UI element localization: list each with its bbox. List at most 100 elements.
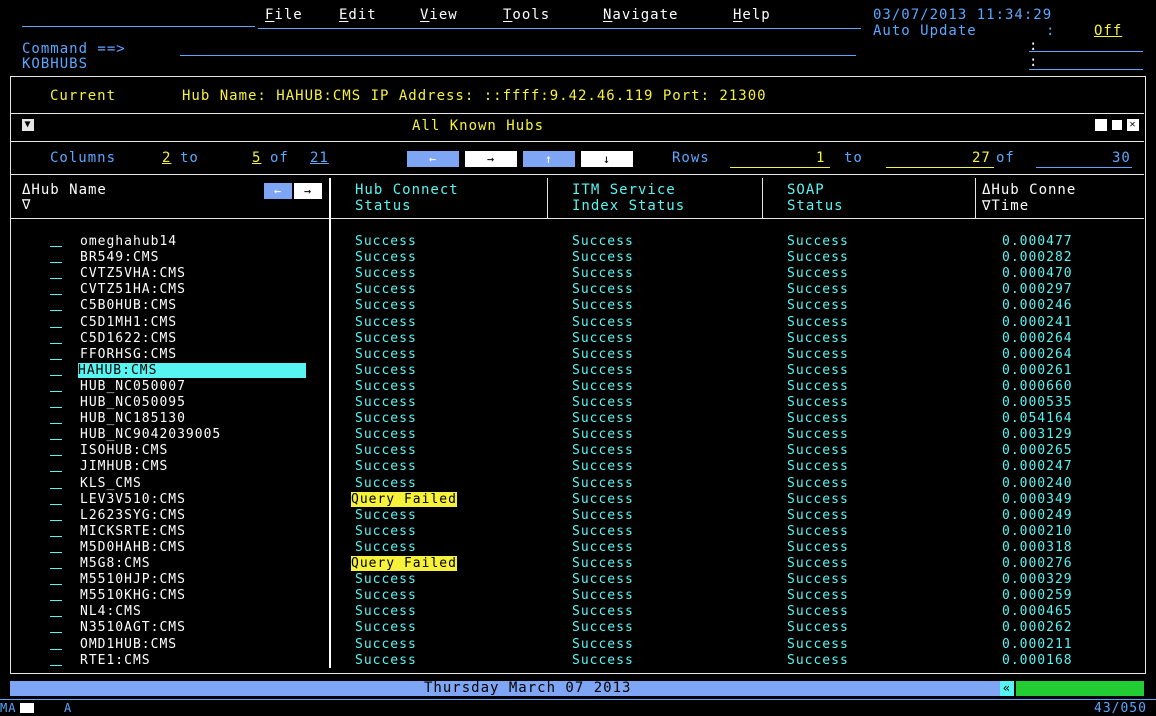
row-action-field[interactable]: [50, 359, 62, 360]
scroll-right-button[interactable]: →: [465, 151, 517, 167]
maximize-icon[interactable]: [1111, 119, 1123, 131]
itm-index-status: Success: [572, 411, 634, 426]
hub-name[interactable]: BR549:CMS: [80, 250, 159, 265]
hub-name[interactable]: C5D1MH1:CMS: [80, 315, 177, 330]
hub-name[interactable]: CVTZ5VHA:CMS: [80, 266, 186, 281]
row-action-field[interactable]: [50, 423, 62, 424]
hub-connect-status: Success: [355, 637, 417, 652]
hub-name[interactable]: omeghahub14: [80, 234, 177, 249]
row-action-field[interactable]: [50, 471, 62, 472]
row-action-field[interactable]: [50, 327, 62, 328]
hub-name[interactable]: NL4:CMS: [80, 604, 142, 619]
row-action-field[interactable]: [50, 504, 62, 505]
hub-name[interactable]: OMD1HUB:CMS: [80, 637, 177, 652]
hub-name[interactable]: JIMHUB:CMS: [80, 459, 168, 474]
hub-name[interactable]: M5510HJP:CMS: [80, 572, 186, 587]
hub-connect-status: Success: [355, 540, 417, 555]
row-action-field[interactable]: [50, 600, 62, 601]
row-action-field[interactable]: [50, 407, 62, 408]
hub-name[interactable]: C5D1622:CMS: [80, 331, 177, 346]
col-to[interactable]: 5: [252, 150, 261, 166]
row-action-field[interactable]: [50, 375, 62, 376]
scroll-indicator[interactable]: «: [1000, 681, 1014, 696]
row-action-field[interactable]: [50, 488, 62, 489]
field-underline[interactable]: [1029, 69, 1143, 70]
hub-connect-status: Query Failed: [351, 492, 457, 507]
col-to-label: to: [180, 150, 199, 166]
row-action-field[interactable]: [50, 343, 62, 344]
header-hub-connect[interactable]: Hub Connect: [355, 182, 459, 198]
hub-name[interactable]: N3510AGT:CMS: [80, 620, 186, 635]
row-action-field[interactable]: [50, 246, 62, 247]
field-underline[interactable]: [1029, 51, 1143, 52]
hubname-left-button[interactable]: ←: [264, 183, 292, 199]
hub-connect-time: 0.000465: [1002, 604, 1073, 619]
soap-status: Success: [787, 282, 849, 297]
menu-navigate[interactable]: Navigate: [603, 7, 678, 23]
row-action-field[interactable]: [50, 536, 62, 537]
row-action-field[interactable]: [50, 552, 62, 553]
row-action-field[interactable]: [50, 294, 62, 295]
scroll-left-button[interactable]: ←: [407, 151, 459, 167]
window-menu-icon[interactable]: ▼: [22, 119, 34, 131]
scroll-down-button[interactable]: ↓: [581, 151, 633, 167]
row-action-field[interactable]: [50, 568, 62, 569]
hub-name[interactable]: MICKSRTE:CMS: [80, 524, 186, 539]
header-time[interactable]: ΔHub Conne: [982, 182, 1076, 198]
divider: [10, 141, 1144, 142]
hub-name[interactable]: HUB_NC050095: [80, 395, 186, 410]
hub-name[interactable]: M5510KHG:CMS: [80, 588, 186, 603]
hub-name[interactable]: CVTZ51HA:CMS: [80, 282, 186, 297]
row-action-field[interactable]: [50, 584, 62, 585]
hub-name[interactable]: C5B0HUB:CMS: [80, 298, 177, 313]
row-action-field[interactable]: [50, 262, 62, 263]
scroll-up-button[interactable]: ↑: [523, 151, 575, 167]
progress-bar: [1016, 681, 1144, 696]
hub-connect-time: 0.000168: [1002, 653, 1073, 668]
menu-mnemonic: V: [420, 8, 429, 24]
soap-status: Success: [787, 524, 849, 539]
hub-connect-time: 0.000297: [1002, 282, 1073, 297]
oia-block: [20, 703, 34, 713]
minimize-icon[interactable]: [1095, 119, 1107, 131]
header-hub-name[interactable]: ΔHub Name: [22, 182, 107, 198]
row-action-field[interactable]: [50, 665, 62, 666]
hub-name[interactable]: KLS_CMS: [80, 476, 142, 491]
hub-name[interactable]: L2623SYG:CMS: [80, 508, 186, 523]
row-action-field[interactable]: [50, 520, 62, 521]
hub-name[interactable]: HUB_NC9042039005: [80, 427, 221, 442]
hub-name[interactable]: HUB_NC050007: [80, 379, 186, 394]
close-icon[interactable]: ✕: [1127, 119, 1139, 131]
col-from[interactable]: 2: [162, 150, 171, 166]
row-from[interactable]: 1: [816, 150, 825, 166]
row-action-field[interactable]: [50, 391, 62, 392]
auto-update-toggle[interactable]: Off: [1094, 23, 1122, 39]
hub-name[interactable]: HUB_NC185130: [80, 411, 186, 426]
hub-connect-status: Success: [355, 604, 417, 619]
hub-name[interactable]: RTE1:CMS: [80, 653, 151, 668]
hub-connect-time: 0.000329: [1002, 572, 1073, 587]
hub-connect-time: 0.000535: [1002, 395, 1073, 410]
row-to[interactable]: 27: [972, 150, 991, 166]
itm-index-status: Success: [572, 540, 634, 555]
header-soap[interactable]: SOAP: [787, 182, 825, 198]
row-action-field[interactable]: [50, 439, 62, 440]
row-action-field[interactable]: [50, 455, 62, 456]
row-action-field[interactable]: [50, 632, 62, 633]
hub-name[interactable]: ISOHUB:CMS: [80, 443, 168, 458]
hubname-right-button[interactable]: →: [294, 183, 322, 199]
header-itm-service[interactable]: ITM Service: [572, 182, 676, 198]
hub-name[interactable]: FFORHSG:CMS: [80, 347, 177, 362]
hub-name[interactable]: M5D0HAHB:CMS: [80, 540, 186, 555]
hub-name[interactable]: M5G8:CMS: [80, 556, 151, 571]
row-action-field[interactable]: [50, 616, 62, 617]
hub-name[interactable]: HAHUB:CMS: [78, 363, 306, 378]
row-action-field[interactable]: [50, 278, 62, 279]
soap-status: Success: [787, 315, 849, 330]
hub-connect-time: 0.000259: [1002, 588, 1073, 603]
row-action-field[interactable]: [50, 310, 62, 311]
command-input[interactable]: [180, 55, 856, 56]
row-action-field[interactable]: [50, 649, 62, 650]
hub-name[interactable]: LEV3V510:CMS: [80, 492, 186, 507]
hub-connect-time: 0.003129: [1002, 427, 1073, 442]
